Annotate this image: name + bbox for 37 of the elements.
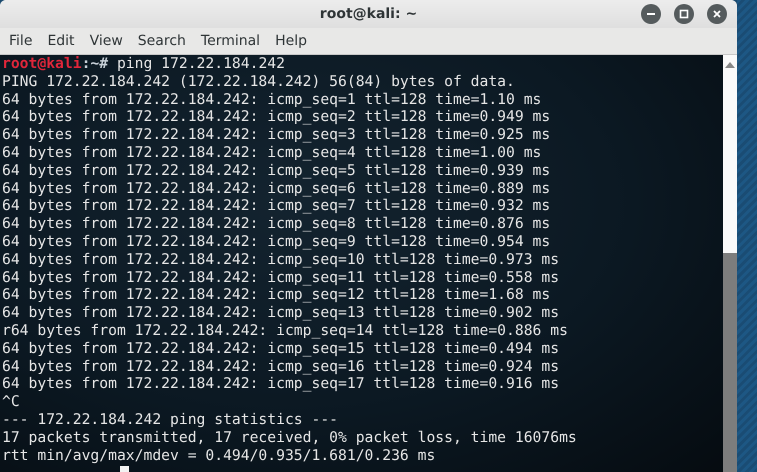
output-line: PING 172.22.184.242 (172.22.184.242) 56(84) bytes of data. [2, 72, 516, 91]
menu-item[interactable]: View [82, 33, 131, 49]
output-line: 64 bytes from 172.22.184.242: icmp_seq=15 ttl=128 time=0.494 ms [2, 340, 560, 358]
window-title: root@kali: ~ [320, 6, 418, 22]
output-line: r64 bytes from 172.22.184.242: icmp_seq=14 ttl=128 time=0.886 ms [2, 322, 569, 340]
menu-item[interactable]: File [2, 33, 40, 49]
close-icon [712, 9, 722, 19]
maximize-button[interactable] [674, 4, 694, 24]
output-line: 64 bytes from 172.22.184.242: icmp_seq=7 ttl=128 time=0.932 ms [2, 197, 552, 216]
output-line: 64 bytes from 172.22.184.242: icmp_seq=17 ttl=128 time=0.916 ms [2, 375, 560, 394]
output-line: 64 bytes from 172.22.184.242: icmp_seq=8 ttl=128 time=0.876 ms [2, 215, 552, 233]
output-line: 64 bytes from 172.22.184.242: icmp_seq=9 ttl=128 time=0.954 ms [2, 232, 552, 251]
menu-item[interactable]: Edit [40, 33, 83, 49]
output-line: 64 bytes from 172.22.184.242: icmp_seq=10 ttl=128 time=0.973 ms [2, 250, 560, 269]
output-line: 64 bytes from 172.22.184.242: icmp_seq=11 ttl=128 time=0.558 ms [2, 268, 560, 286]
output-line: 64 bytes from 172.22.184.242: icmp_seq=4 ttl=128 time=1.00 ms [2, 144, 542, 162]
scroll-up-icon[interactable] [725, 62, 735, 68]
output-line: 64 bytes from 172.22.184.242: icmp_seq=2 ttl=128 time=0.949 ms [2, 108, 552, 126]
output-line: 64 bytes from 172.22.184.242: icmp_seq=3 ttl=128 time=0.925 ms [2, 126, 552, 144]
output-line: 64 bytes from 172.22.184.242: icmp_seq=16 ttl=128 time=0.924 ms [2, 358, 560, 376]
output-line: 17 packets transmitted, 17 received, 0% packet loss, time 16076ms [2, 428, 578, 447]
menu-item[interactable]: Terminal [194, 33, 268, 49]
menu-item[interactable]: Help [268, 33, 315, 49]
prompt-line: root@kali:~# ping 172.22.184.242 [2, 55, 286, 73]
output-line: 64 bytes from 172.22.184.242: icmp_seq=12 ttl=128 time=1.68 ms [2, 286, 552, 304]
output-line: 64 bytes from 172.22.184.242: icmp_seq=1 ttl=128 time=1.10 ms [2, 90, 542, 108]
output-line: 64 bytes from 172.22.184.242: icmp_seq=6 ttl=128 time=0.889 ms [2, 180, 552, 198]
output-line: rtt min/avg/max/mdev = 0.494/0.935/1.681/0.236 ms [2, 446, 436, 464]
menu-item[interactable]: Search [130, 33, 194, 49]
minimize-button[interactable] [641, 4, 661, 24]
output-line: 64 bytes from 172.22.184.242: icmp_seq=13 ttl=128 time=0.902 ms [2, 304, 560, 322]
output-line: 64 bytes from 172.22.184.242: icmp_seq=5 ttl=128 time=0.939 ms [2, 162, 552, 180]
scrollbar[interactable] [723, 55, 737, 472]
output-line: --- 172.22.184.242 ping statistics --- [2, 410, 340, 429]
output-line: ^C [2, 393, 21, 411]
close-button[interactable] [707, 4, 727, 24]
maximize-icon [679, 9, 689, 19]
